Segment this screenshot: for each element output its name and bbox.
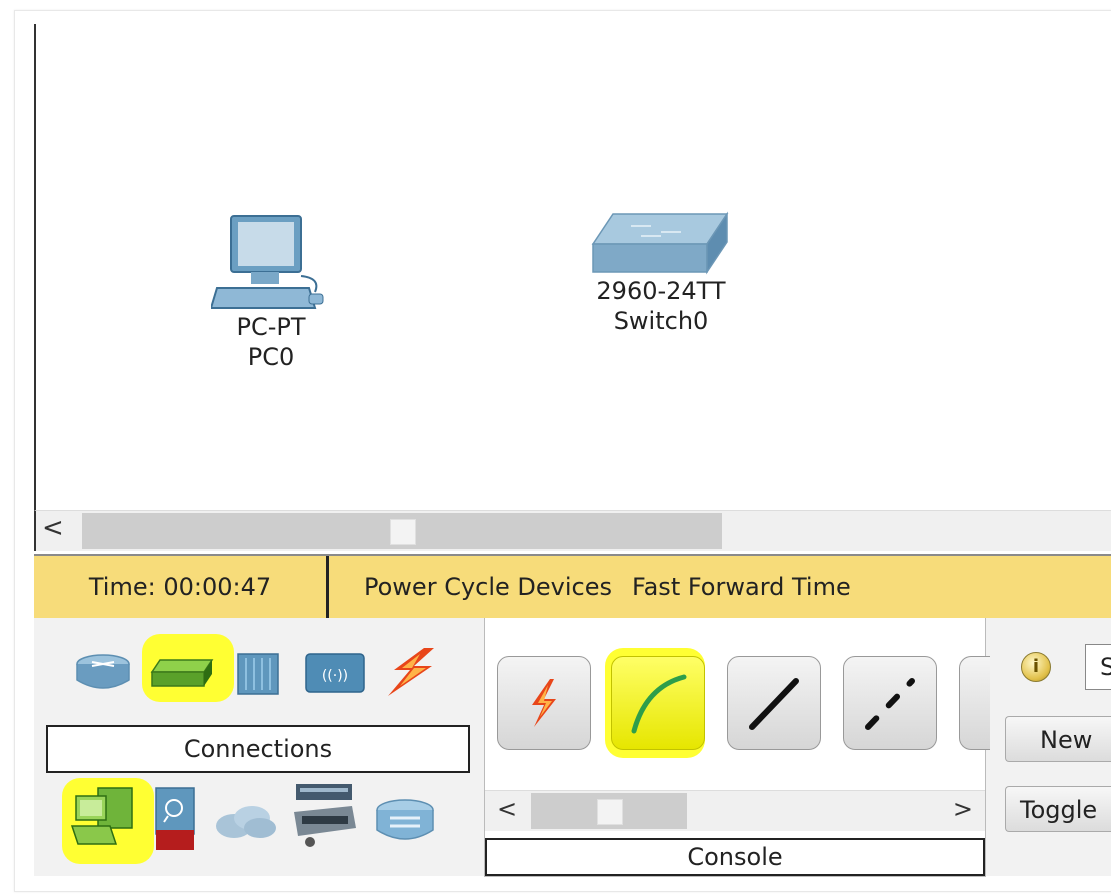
automatic-connection-button[interactable] bbox=[497, 656, 591, 750]
switch-icon[interactable] bbox=[150, 658, 214, 690]
custom-devices-icon[interactable] bbox=[292, 782, 358, 850]
toggle-pdu-list-button[interactable]: Toggle bbox=[1005, 786, 1111, 832]
device-model-label: PC-PT bbox=[236, 313, 306, 341]
power-cycle-devices-button[interactable]: Power Cycle Devices bbox=[364, 573, 612, 601]
scenario-select[interactable]: S bbox=[1085, 644, 1111, 690]
straight-through-cable-button[interactable] bbox=[727, 656, 821, 750]
time-display: Time: 00:00:47 bbox=[34, 556, 329, 618]
scrollbar-thumb[interactable] bbox=[390, 519, 416, 545]
scenario-panel: i S New Toggle bbox=[989, 618, 1111, 876]
switch-icon bbox=[591, 211, 729, 275]
end-devices-icon[interactable] bbox=[70, 786, 138, 848]
wan-emulation-icon[interactable] bbox=[212, 804, 278, 840]
scroll-right-arrow[interactable]: > bbox=[953, 795, 973, 823]
device-category-label: Connections bbox=[46, 725, 470, 773]
next-connection-button-partial[interactable] bbox=[959, 656, 990, 750]
realtime-status-bar: Time: 00:00:47 Power Cycle Devices Fast … bbox=[34, 554, 1111, 620]
wireless-icon[interactable]: ((·)) bbox=[302, 648, 368, 696]
new-scenario-button[interactable]: New bbox=[1005, 716, 1111, 762]
scroll-left-arrow[interactable]: < bbox=[42, 513, 64, 543]
connection-types-scrollbar[interactable]: < > bbox=[485, 790, 985, 831]
info-icon[interactable]: i bbox=[1021, 652, 1051, 682]
hub-icon[interactable] bbox=[234, 648, 284, 698]
connection-types-panel: < > Console bbox=[484, 618, 990, 877]
svg-text:((·)): ((·)) bbox=[322, 668, 348, 684]
scrollbar-thumb[interactable] bbox=[597, 799, 623, 825]
crossover-cable-button[interactable] bbox=[843, 656, 937, 750]
router-icon[interactable] bbox=[74, 652, 132, 692]
device-model-label: 2960-24TT bbox=[596, 277, 726, 305]
device-type-panel: ((·)) Connections < > Console i S New To… bbox=[34, 618, 1111, 877]
workspace-horizontal-scrollbar[interactable]: < bbox=[34, 510, 1111, 551]
console-cable-icon bbox=[631, 674, 687, 734]
fast-forward-time-button[interactable]: Fast Forward Time bbox=[632, 573, 851, 601]
device-name-label: Switch0 bbox=[613, 307, 709, 335]
connections-icon[interactable] bbox=[380, 646, 440, 698]
security-icon[interactable] bbox=[152, 786, 198, 852]
switch0-device[interactable]: 2960-24TT Switch0 bbox=[576, 210, 746, 336]
scroll-left-arrow[interactable]: < bbox=[497, 795, 517, 823]
time-actions: Power Cycle Devices Fast Forward Time bbox=[364, 556, 851, 618]
logical-workspace[interactable]: PC-PT PC0 2960-24TT Switch0 bbox=[34, 24, 1111, 510]
pc0-device[interactable]: PC-PT PC0 bbox=[206, 212, 336, 372]
multiuser-icon[interactable] bbox=[374, 798, 436, 844]
connection-type-label: Console bbox=[485, 838, 985, 876]
device-name-label: PC0 bbox=[247, 343, 295, 371]
pc-icon bbox=[211, 215, 324, 309]
automatic-connection-icon bbox=[532, 679, 556, 727]
straight-through-cable-icon bbox=[749, 678, 799, 730]
crossover-cable-icon bbox=[865, 678, 915, 730]
console-cable-button[interactable] bbox=[611, 656, 705, 750]
